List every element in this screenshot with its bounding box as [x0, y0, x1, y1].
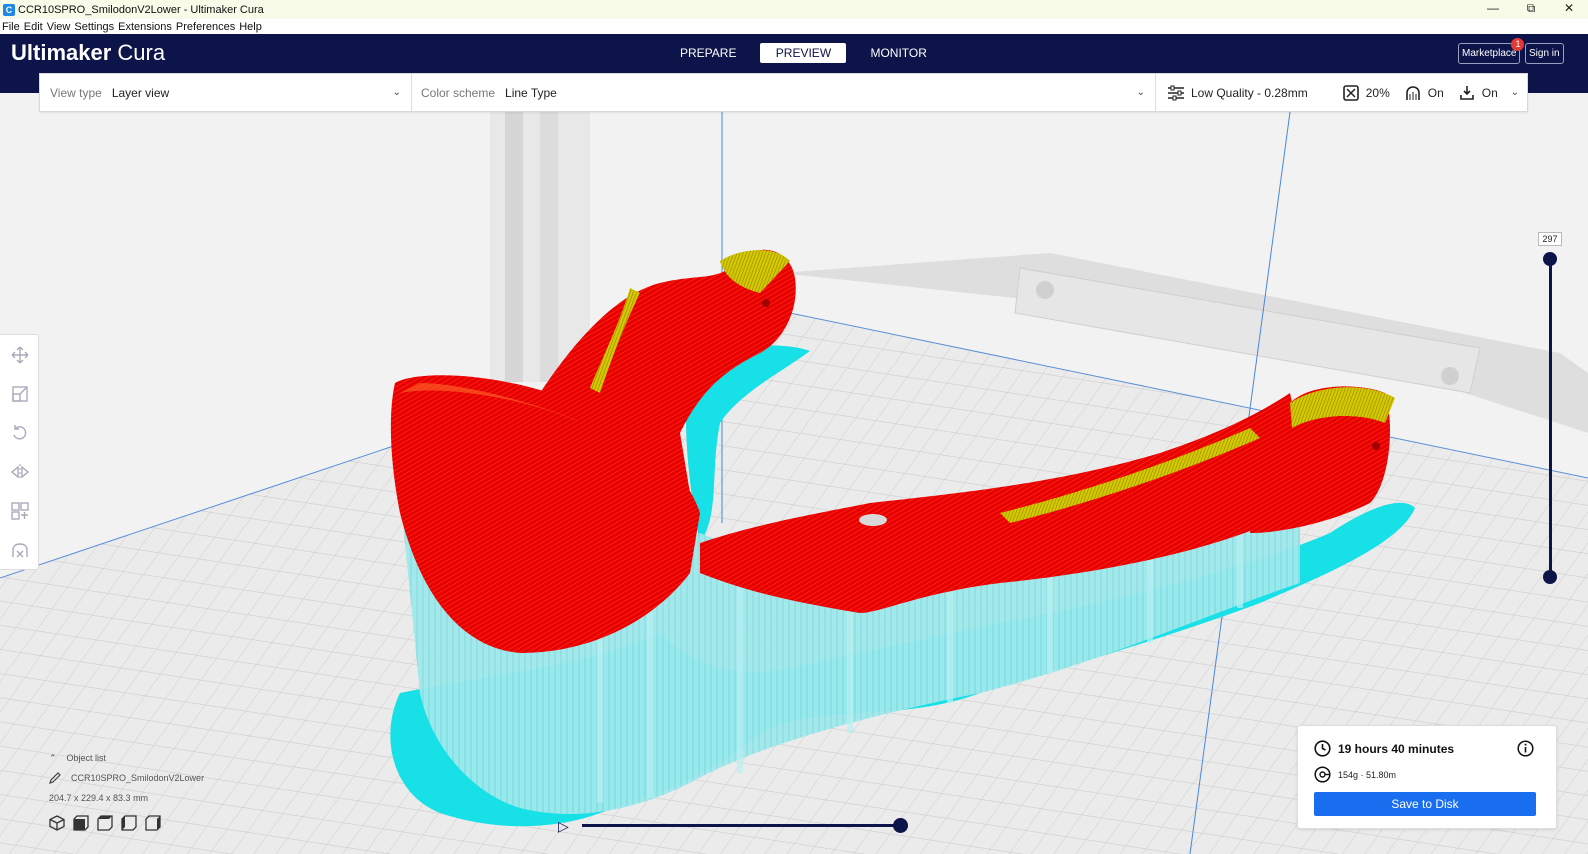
object-list-toggle[interactable]: ⌃ Object list	[49, 748, 204, 768]
menu-extensions[interactable]: Extensions	[118, 21, 172, 33]
preview-toolbar: View type Layer view ⌄ Color scheme Line…	[39, 73, 1528, 112]
close-button[interactable]: ✕	[1550, 0, 1588, 19]
object-name: CCR10SPRO_SmilodonV2Lower	[71, 773, 205, 783]
print-settings-selector[interactable]: Low Quality - 0.28mm 20% On On ⌄	[1156, 74, 1527, 111]
restore-button[interactable]: ⧉	[1512, 0, 1550, 19]
support-blocker-icon	[11, 542, 28, 557]
play-simulation-icon[interactable]: ▷	[558, 818, 569, 835]
top-view-icon[interactable]	[97, 815, 113, 831]
material-usage: 154g · 51.80m	[1338, 769, 1397, 780]
menu-bar: File Edit View Settings Extensions Prefe…	[0, 19, 1588, 34]
object-dimensions-row: 204.7 x 229.4 x 83.3 mm	[49, 788, 204, 808]
mirror-icon	[10, 463, 29, 480]
scale-icon	[11, 385, 28, 402]
per-model-settings-button[interactable]	[0, 491, 39, 530]
rotate-icon	[12, 424, 26, 440]
brand-bold: Ultimaker	[11, 40, 112, 65]
window-title: CCR10SPRO_SmilodonV2Lower - Ultimaker Cu…	[18, 3, 264, 16]
brand-light: Cura	[111, 40, 166, 65]
front-view-icon[interactable]	[73, 815, 89, 831]
chevron-down-icon: ⌄	[1510, 87, 1519, 98]
tab-preview[interactable]: PREVIEW	[760, 43, 847, 63]
settings-sliders-icon	[1168, 85, 1184, 100]
rotate-tool-button[interactable]	[0, 413, 39, 452]
print-time-row: 19 hours 40 minutes	[1314, 740, 1454, 757]
object-dimensions: 204.7 x 229.4 x 83.3 mm	[49, 793, 149, 803]
per-model-settings-icon	[10, 501, 29, 520]
mirror-tool-button[interactable]	[0, 452, 39, 491]
clock-icon	[1314, 740, 1331, 757]
stage-tabs: PREPARE PREVIEW MONITOR	[668, 43, 939, 63]
move-icon	[11, 346, 28, 363]
title-bar: C CCR10SPRO_SmilodonV2Lower - Ultimaker …	[0, 0, 1588, 19]
path-slider-track[interactable]	[582, 824, 902, 827]
chevron-up-icon: ⌃	[49, 752, 57, 763]
path-slider-handle[interactable]	[893, 818, 908, 833]
layer-slider-lower-handle[interactable]	[1543, 570, 1557, 584]
material-usage-row: 154g · 51.80m	[1314, 766, 1396, 783]
object-list-label: Object list	[66, 753, 107, 763]
tab-prepare[interactable]: PREPARE	[668, 43, 748, 63]
filament-spool-icon	[1314, 766, 1331, 783]
sign-in-button[interactable]: Sign in	[1525, 43, 1564, 64]
support-icon	[1405, 85, 1420, 100]
view-type-dropdown[interactable]: View type Layer view ⌄	[40, 74, 412, 111]
menu-settings[interactable]: Settings	[74, 21, 114, 33]
infill-value: 20%	[1365, 85, 1390, 100]
save-to-disk-button[interactable]: Save to Disk	[1314, 792, 1536, 816]
minimize-button[interactable]: —	[1474, 0, 1512, 19]
object-list-panel: ⌃ Object list CCR10SPRO_SmilodonV2Lower …	[49, 748, 204, 808]
left-view-icon[interactable]	[121, 815, 137, 831]
menu-preferences[interactable]: Preferences	[176, 21, 235, 33]
cura-app: C CCR10SPRO_SmilodonV2Lower - Ultimaker …	[0, 0, 1588, 854]
layer-slider-track[interactable]	[1549, 258, 1552, 578]
chevron-down-icon: ⌄	[392, 87, 401, 98]
view-type-value: Layer view	[111, 85, 170, 100]
menu-edit[interactable]: Edit	[24, 21, 43, 33]
layer-slider-upper-handle[interactable]	[1543, 252, 1557, 266]
brand-logo: Ultimaker Cura	[11, 40, 165, 66]
right-view-icon[interactable]	[145, 815, 161, 831]
chevron-down-icon: ⌄	[1136, 87, 1145, 98]
quality-profile: Low Quality - 0.28mm	[1191, 85, 1308, 100]
window-controls: — ⧉ ✕	[1474, 0, 1588, 19]
color-scheme-dropdown[interactable]: Color scheme Line Type ⌄	[412, 74, 1156, 111]
color-scheme-value: Line Type	[505, 85, 557, 100]
view-type-label: View type	[50, 85, 102, 100]
move-tool-button[interactable]	[0, 335, 39, 374]
print-information-panel: 19 hours 40 minutes 154g · 51.80m Save t…	[1297, 725, 1557, 829]
adhesion-icon	[1459, 85, 1474, 100]
marketplace-label: Marketplace	[1462, 48, 1517, 59]
notification-badge: 1	[1511, 38, 1525, 51]
menu-help[interactable]: Help	[239, 21, 262, 33]
adhesion-value: On	[1481, 85, 1498, 100]
color-scheme-label: Color scheme	[421, 85, 496, 100]
scale-tool-button[interactable]	[0, 374, 39, 413]
current-layer-number[interactable]: 297	[1538, 232, 1562, 246]
print-time: 19 hours 40 minutes	[1338, 741, 1455, 756]
support-value: On	[1427, 85, 1444, 100]
tool-panel	[0, 334, 39, 570]
menu-view[interactable]: View	[47, 21, 71, 33]
cura-logo-icon: C	[3, 3, 15, 16]
3d-view-icon[interactable]	[49, 815, 65, 831]
view-orientation-buttons	[49, 815, 161, 831]
menu-file[interactable]: File	[2, 21, 20, 33]
infill-icon	[1342, 84, 1359, 101]
info-icon[interactable]	[1517, 740, 1534, 757]
pencil-icon	[49, 772, 61, 784]
support-blocker-button[interactable]	[0, 530, 39, 569]
marketplace-button[interactable]: Marketplace 1	[1458, 38, 1525, 64]
tab-monitor[interactable]: MONITOR	[858, 43, 938, 63]
object-list-item[interactable]: CCR10SPRO_SmilodonV2Lower	[49, 768, 204, 788]
